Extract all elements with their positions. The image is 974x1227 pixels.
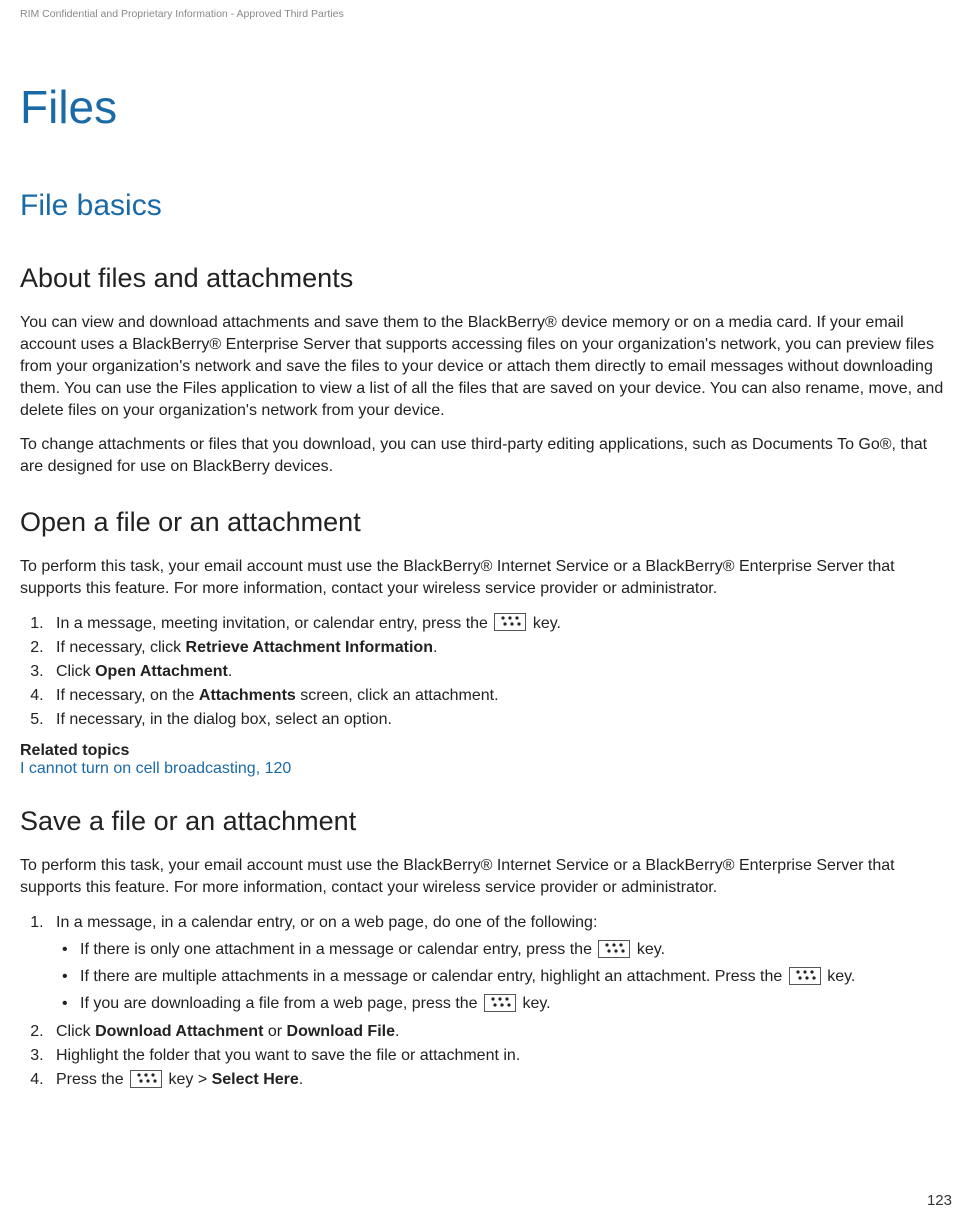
page-title: Files [20, 80, 954, 134]
bullet-text: If there are multiple attachments in a m… [80, 968, 787, 985]
open-step1: In a message, meeting invitation, or cal… [48, 612, 954, 635]
save-step1: In a message, in a calendar entry, or on… [48, 911, 954, 1016]
open-step3: Click Open Attachment. [48, 660, 954, 683]
open-step4: If necessary, on the Attachments screen,… [48, 684, 954, 707]
menu-key-icon [130, 1070, 162, 1088]
step-text: . [228, 663, 232, 680]
step-text: . [433, 639, 437, 656]
step-text: . [299, 1071, 303, 1088]
step-text: key > [164, 1071, 212, 1088]
step-text: Click [56, 663, 95, 680]
bullet-text: If you are downloading a file from a web… [80, 995, 482, 1012]
open-step2: If necessary, click Retrieve Attachment … [48, 636, 954, 659]
menu-key-icon [484, 994, 516, 1012]
section-heading: File basics [20, 189, 954, 223]
open-step5: If necessary, in the dialog box, select … [48, 708, 954, 731]
menu-key-icon [494, 613, 526, 631]
confidential-header: RIM Confidential and Proprietary Informa… [20, 8, 954, 20]
step-bold: Select Here [212, 1071, 299, 1088]
step-bold: Open Attachment [95, 663, 228, 680]
bullet-text: key. [518, 995, 551, 1012]
step-text: . [395, 1023, 399, 1040]
save-step2: Click Download Attachment or Download Fi… [48, 1020, 954, 1043]
save-step4: Press the key > Select Here. [48, 1068, 954, 1091]
step-text: In a message, in a calendar entry, or on… [56, 914, 597, 931]
save-step3: Highlight the folder that you want to sa… [48, 1044, 954, 1067]
subsection-about: About files and attachments [20, 263, 954, 294]
step-bold: Download File [287, 1023, 395, 1040]
step-bold: Download Attachment [95, 1023, 263, 1040]
step-text: In a message, meeting invitation, or cal… [56, 615, 492, 632]
save-bullet2: If there are multiple attachments in a m… [62, 965, 954, 988]
step-text: or [263, 1023, 286, 1040]
save-intro: To perform this task, your email account… [20, 855, 954, 899]
page-number: 123 [927, 1192, 952, 1209]
save-steps: In a message, in a calendar entry, or on… [20, 911, 954, 1091]
step-text: If necessary, on the [56, 687, 199, 704]
step-text: screen, click an attachment. [296, 687, 499, 704]
menu-key-icon [789, 967, 821, 985]
open-intro: To perform this task, your email account… [20, 556, 954, 600]
step-text: If necessary, click [56, 639, 186, 656]
subsection-open: Open a file or an attachment [20, 507, 954, 538]
step-text: Click [56, 1023, 95, 1040]
save-bullets: If there is only one attachment in a mes… [56, 938, 954, 1016]
step-bold: Attachments [199, 687, 296, 704]
step-text: key. [528, 615, 561, 632]
bullet-text: key. [823, 968, 856, 985]
related-topics-heading: Related topics [20, 742, 954, 760]
save-bullet1: If there is only one attachment in a mes… [62, 938, 954, 961]
save-bullet3: If you are downloading a file from a web… [62, 992, 954, 1015]
step-text: Press the [56, 1071, 128, 1088]
menu-key-icon [598, 940, 630, 958]
related-link[interactable]: I cannot turn on cell broadcasting, 120 [20, 760, 954, 778]
bullet-text: key. [632, 941, 665, 958]
about-para2: To change attachments or files that you … [20, 434, 954, 478]
step-bold: Retrieve Attachment Information [186, 639, 433, 656]
bullet-text: If there is only one attachment in a mes… [80, 941, 596, 958]
about-para1: You can view and download attachments an… [20, 312, 954, 422]
subsection-save: Save a file or an attachment [20, 806, 954, 837]
open-steps: In a message, meeting invitation, or cal… [20, 612, 954, 732]
